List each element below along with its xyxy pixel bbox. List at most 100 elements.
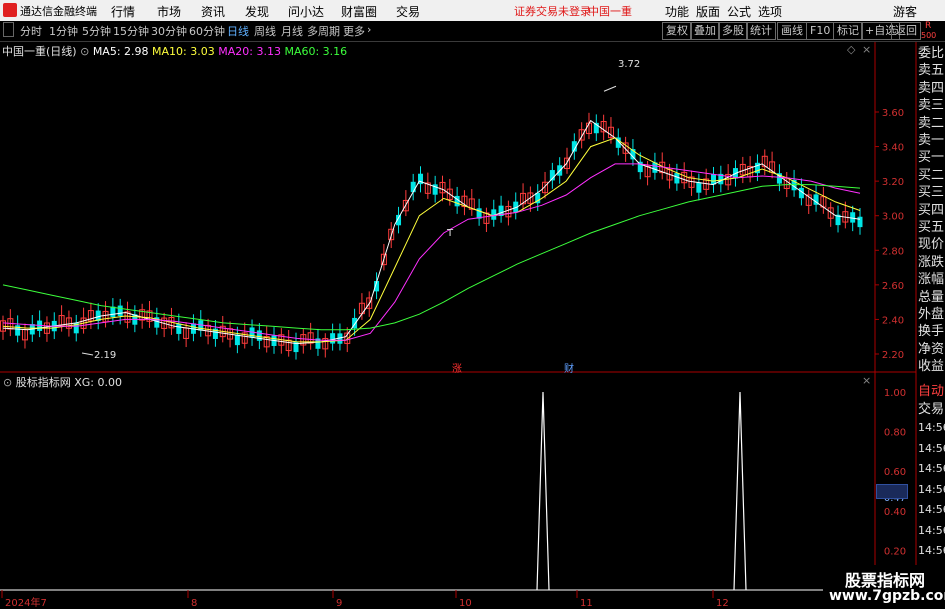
menu-item-gongneng[interactable]: 功能: [665, 3, 689, 20]
quote-label: 净资: [918, 341, 945, 357]
trade-label[interactable]: 交易: [918, 400, 945, 419]
watermark-url: www.7gpzb.com: [829, 588, 945, 604]
ma-line-ma60: [2, 184, 861, 331]
auto-trade-label[interactable]: 自动: [918, 382, 945, 401]
low-pointer: [81, 352, 94, 356]
tab-30min[interactable]: 30分钟: [151, 23, 187, 39]
menu-item-gongshi[interactable]: 公式: [727, 3, 751, 20]
mark-button[interactable]: 标记: [833, 22, 863, 40]
menu-item-zixun[interactable]: 资讯: [201, 3, 225, 20]
quote-panel: 委比 卖五 卖四 卖三 卖二 卖一 买一 买二 买三 买四 买五 现价 涨跌 涨幅 总量 外盘 换手 净资 收益 自动…: [918, 42, 945, 609]
t-marker: T: [447, 228, 454, 239]
settings-icon[interactable]: ⊙: [80, 45, 89, 58]
trade-time: 14:56: [918, 441, 945, 455]
quote-label: 卖三: [918, 98, 945, 114]
login-warning[interactable]: 证券交易未登录: [514, 3, 591, 19]
overlay-button[interactable]: 叠加: [690, 22, 720, 40]
ma-lines: [2, 119, 861, 345]
date-axis: 2024年7 8 9 10 11 12: [1, 590, 729, 609]
sub-tick-label: 0.80: [884, 428, 906, 439]
quote-label: 卖一: [918, 133, 945, 148]
trade-time: 14:56: [918, 544, 945, 557]
tab-15min[interactable]: 15分钟: [113, 23, 149, 39]
kline-chart[interactable]: 3.60 3.40 3.20 3.00 2.80 2.60 2.40 2.20 1.00 0.8…: [0, 42, 945, 609]
zhang-marker[interactable]: 涨: [452, 360, 462, 375]
trade-time: 14:56: [918, 421, 945, 434]
quote-label: 涨幅: [918, 272, 945, 288]
quote-label: 换手: [918, 324, 945, 340]
price-tick-label: 2.40: [882, 315, 904, 326]
xg-series: [0, 391, 875, 591]
tab-60min[interactable]: 60分钟: [189, 23, 225, 39]
price-tick-label: 3.00: [882, 212, 904, 223]
date-tick-label: 9: [336, 598, 342, 609]
watermark-logo: 股票指标网 www.7gpzb.com: [823, 565, 945, 609]
tab-fenshi[interactable]: 分时: [20, 23, 42, 39]
candle-body-down: [410, 181, 416, 193]
sub-settings-icon[interactable]: ⊙: [3, 376, 12, 389]
ma5-value: MA5: 2.98: [92, 45, 149, 58]
menu-item-hangqing[interactable]: 行情: [111, 3, 135, 20]
price-tick-label: 3.20: [882, 177, 904, 188]
f10-button[interactable]: F10: [806, 22, 835, 40]
sub-axis: 1.000.800.600.470.400.20: [884, 388, 906, 557]
price-tick-label: 2.60: [882, 281, 904, 292]
guest-label[interactable]: 游客: [893, 3, 917, 20]
stats-button[interactable]: 统计: [746, 22, 776, 40]
date-tick-label: 2024年7: [5, 596, 47, 609]
draw-line-button[interactable]: 画线: [777, 22, 807, 40]
ma-line-ma10: [2, 137, 861, 343]
menu-item-banmian[interactable]: 版面: [696, 3, 720, 20]
quote-label: 卖二: [918, 115, 945, 131]
candle-body-down: [256, 330, 262, 341]
menu-item-shichang[interactable]: 市场: [157, 3, 181, 20]
xg-value: XG: 0.00: [74, 376, 122, 389]
quote-label: 现价: [918, 237, 945, 253]
tab-daily[interactable]: 日线: [227, 23, 249, 39]
trade-time: 14:56: [918, 462, 945, 475]
tab-multi[interactable]: 多周期: [307, 23, 340, 39]
menu-item-xuanxiang[interactable]: 选项: [758, 3, 782, 20]
quote-label: 委比: [918, 46, 945, 61]
candlestick-series: [0, 85, 863, 360]
quote-label: 卖五: [918, 63, 945, 79]
multi-stock-button[interactable]: 多股: [718, 22, 748, 40]
collapse-icon[interactable]: [3, 22, 14, 37]
tab-weekly[interactable]: 周线: [254, 23, 276, 39]
sub-tick-label: 1.00: [884, 388, 906, 399]
more-arrow-icon[interactable]: ›: [367, 23, 371, 36]
candle-body-down: [711, 174, 717, 185]
quote-label: 涨跌: [918, 254, 945, 270]
price-tick-label: 3.40: [882, 143, 904, 154]
candle-body-down: [696, 182, 702, 193]
sub-cursor-value-box: [876, 484, 908, 499]
close-icon[interactable]: ×: [862, 43, 871, 56]
menu-item-caifuquan[interactable]: 财富圈: [341, 3, 377, 20]
candle-body-down: [110, 306, 116, 317]
sub-tick-label: 0.20: [884, 546, 906, 557]
period-toolbar: 分时 1分钟 5分钟 15分钟 30分钟 60分钟 日线 周线 月线 多周期 更…: [0, 21, 945, 42]
tab-5min[interactable]: 5分钟: [82, 23, 111, 39]
sub-close-icon[interactable]: ×: [862, 374, 871, 387]
trade-time: 14:56: [918, 503, 945, 516]
quote-label: 收益: [918, 359, 945, 375]
xg-spike: [536, 391, 550, 591]
quote-label: 总量: [918, 289, 945, 305]
tab-monthly[interactable]: 月线: [281, 23, 303, 39]
quote-label: 买四: [918, 202, 945, 218]
diamond-icon[interactable]: ◇: [847, 43, 855, 56]
fuquan-button[interactable]: 复权: [662, 22, 692, 40]
cai-marker[interactable]: 财: [564, 360, 574, 375]
back-button[interactable]: 返回: [891, 22, 921, 40]
menu-item-faxian[interactable]: 发现: [245, 3, 269, 20]
ma60-value: MA60: 3.16: [284, 45, 348, 58]
date-tick-label: 12: [716, 598, 729, 609]
tab-1min[interactable]: 1分钟: [49, 23, 78, 39]
candle-body-down: [176, 323, 182, 334]
tab-more[interactable]: 更多: [343, 23, 365, 39]
current-stock-name: 中国一重: [588, 5, 632, 18]
menu-item-wenxiaoda[interactable]: 问小达: [288, 3, 324, 20]
date-tick-label: 10: [459, 598, 472, 609]
menu-item-jiaoyi[interactable]: 交易: [396, 3, 420, 20]
trade-time: 14:56: [918, 523, 945, 537]
